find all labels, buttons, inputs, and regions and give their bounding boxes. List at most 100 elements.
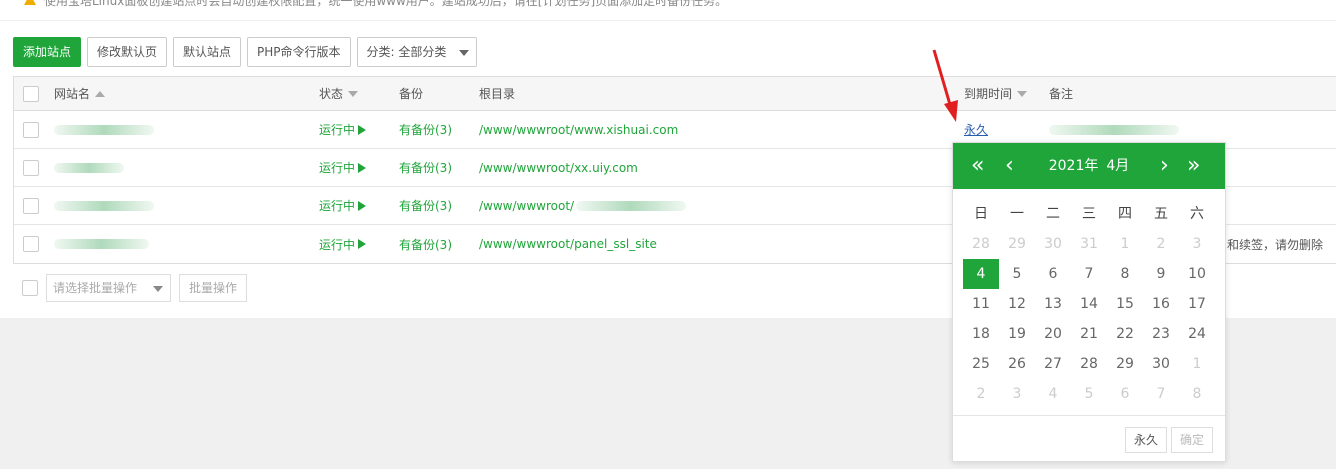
row-checkbox[interactable]	[23, 236, 39, 252]
calendar-day[interactable]: 3	[1179, 229, 1215, 259]
root-dir-link[interactable]: /www/wwwroot/www.xishuai.com	[479, 111, 678, 148]
calendar-day[interactable]: 22	[1107, 319, 1143, 349]
calendar-day[interactable]: 11	[963, 289, 999, 319]
calendar-day[interactable]: 14	[1071, 289, 1107, 319]
site-name-redacted[interactable]	[54, 239, 149, 249]
calendar-day[interactable]: 23	[1143, 319, 1179, 349]
status-running[interactable]: 运行中	[319, 111, 367, 148]
calendar-day[interactable]: 2	[963, 379, 999, 409]
calendar-day[interactable]: 18	[963, 319, 999, 349]
calendar-day-selected[interactable]: 4	[963, 259, 999, 289]
site-name-redacted[interactable]	[54, 124, 154, 135]
next-month-icon[interactable]: ›	[1160, 143, 1169, 189]
calendar-week: 11 12 13 14 15 16 17	[963, 289, 1215, 319]
remark-redacted[interactable]	[1049, 124, 1179, 135]
column-header-root: 根目录	[479, 87, 516, 101]
calendar-day[interactable]: 19	[999, 319, 1035, 349]
calendar-day[interactable]: 6	[1107, 379, 1143, 409]
add-site-button[interactable]: 添加站点	[13, 37, 82, 67]
calendar-day[interactable]: 28	[963, 229, 999, 259]
column-header-name[interactable]: 网站名	[54, 77, 106, 110]
calendar-day[interactable]: 31	[1071, 229, 1107, 259]
expire-link[interactable]: 永久	[964, 121, 988, 138]
weekday-label: 一	[1010, 206, 1024, 222]
php-cli-version-button[interactable]: PHP命令行版本	[247, 37, 351, 67]
calendar-day[interactable]: 8	[1179, 379, 1215, 409]
root-dir-link[interactable]: /www/wwwroot/xx.uiy.com	[479, 149, 638, 186]
site-name-redacted[interactable]	[54, 162, 124, 173]
calendar-day[interactable]: 5	[999, 259, 1035, 289]
calendar-day[interactable]: 2	[1143, 229, 1179, 259]
calendar-day[interactable]: 8	[1107, 259, 1143, 289]
month-selector[interactable]: 4月	[1106, 158, 1129, 174]
edit-default-page-button[interactable]: 修改默认页	[87, 37, 168, 67]
remark-text[interactable]: 和续签，请勿删除	[1227, 225, 1323, 263]
calendar-day[interactable]: 15	[1107, 289, 1143, 319]
calendar-day[interactable]: 7	[1071, 259, 1107, 289]
root-dir-link[interactable]: /www/wwwroot/	[479, 187, 687, 224]
status-running[interactable]: 运行中	[319, 149, 367, 186]
calendar-day[interactable]: 17	[1179, 289, 1215, 319]
calendar-day[interactable]: 3	[999, 379, 1035, 409]
calendar-day[interactable]: 29	[999, 229, 1035, 259]
calendar-day[interactable]: 7	[1143, 379, 1179, 409]
batch-select-checkbox[interactable]	[22, 280, 38, 296]
select-all-checkbox[interactable]	[23, 85, 39, 102]
batch-operation-button[interactable]: 批量操作	[179, 274, 248, 302]
calendar-day[interactable]: 30	[1143, 349, 1179, 379]
calendar-day[interactable]: 10	[1179, 259, 1215, 289]
notice-text: 使用宝塔Linux面板创建站点时会自动创建权限配置，统一使用www用户。建站成功…	[44, 0, 728, 8]
weekday-label: 二	[1046, 206, 1060, 222]
row-checkbox[interactable]	[23, 159, 39, 176]
confirm-button[interactable]: 确定	[1171, 427, 1214, 453]
backup-link[interactable]: 有备份(3)	[399, 225, 452, 263]
weekday-label: 四	[1118, 206, 1132, 222]
backup-link[interactable]: 有备份(3)	[399, 111, 452, 148]
row-checkbox[interactable]	[23, 197, 39, 214]
root-dir-link[interactable]: /www/wwwroot/panel_ssl_site	[479, 225, 657, 263]
backup-link[interactable]: 有备份(3)	[399, 187, 452, 224]
row-checkbox[interactable]	[23, 121, 39, 138]
calendar-day[interactable]: 16	[1143, 289, 1179, 319]
calendar-day[interactable]: 21	[1071, 319, 1107, 349]
play-icon	[358, 239, 367, 249]
calendar-day[interactable]: 28	[1071, 349, 1107, 379]
sort-up-icon	[95, 90, 106, 97]
calendar-day[interactable]: 13	[1035, 289, 1071, 319]
calendar-day[interactable]: 27	[1035, 349, 1071, 379]
year-selector[interactable]: 2021年	[1049, 158, 1099, 174]
calendar-day[interactable]: 1	[1179, 349, 1215, 379]
category-select[interactable]: 分类: 全部分类	[356, 37, 478, 67]
status-running[interactable]: 运行中	[319, 187, 367, 224]
calendar-day[interactable]: 29	[1107, 349, 1143, 379]
play-icon	[358, 124, 367, 135]
calendar-day[interactable]: 26	[999, 349, 1035, 379]
calendar-day[interactable]: 30	[1035, 229, 1071, 259]
calendar-day[interactable]: 12	[999, 289, 1035, 319]
batch-operation-select[interactable]: 请选择批量操作	[46, 274, 171, 302]
calendar-day[interactable]: 4	[1035, 379, 1071, 409]
calendar-day[interactable]: 1	[1107, 229, 1143, 259]
column-header-status[interactable]: 状态	[319, 77, 359, 110]
calendar-week: 25 26 27 28 29 30 1	[963, 349, 1215, 379]
status-running[interactable]: 运行中	[319, 225, 367, 263]
calendar-week: 2345678	[963, 379, 1215, 409]
permanent-button[interactable]: 永久	[1125, 427, 1168, 453]
weekday-label: 六	[1190, 206, 1204, 222]
calendar-day[interactable]: 9	[1143, 259, 1179, 289]
default-site-button[interactable]: 默认站点	[173, 37, 242, 67]
calendar-day[interactable]: 20	[1035, 319, 1071, 349]
calendar-day[interactable]: 24	[1179, 319, 1215, 349]
calendar-day[interactable]: 5	[1071, 379, 1107, 409]
date-picker-title: 2021年 4月	[953, 143, 1225, 189]
next-year-icon[interactable]: »	[1187, 143, 1200, 189]
backup-link[interactable]: 有备份(3)	[399, 149, 452, 186]
column-header-backup: 备份	[399, 87, 424, 101]
calendar-day[interactable]: 6	[1035, 259, 1071, 289]
calendar-day[interactable]: 25	[963, 349, 999, 379]
weekday-label: 日	[974, 206, 988, 222]
site-name-redacted[interactable]	[54, 200, 154, 211]
notice-bar: 使用宝塔Linux面板创建站点时会自动创建权限配置，统一使用www用户。建站成功…	[0, 0, 1336, 21]
date-picker-popup: « ‹ 2021年 4月 › » 日一二三四五六 28 29 30 31 1 2 3 4 5 6 7 8 9…	[952, 142, 1226, 462]
column-header-expire[interactable]: 到期时间	[964, 77, 1028, 110]
